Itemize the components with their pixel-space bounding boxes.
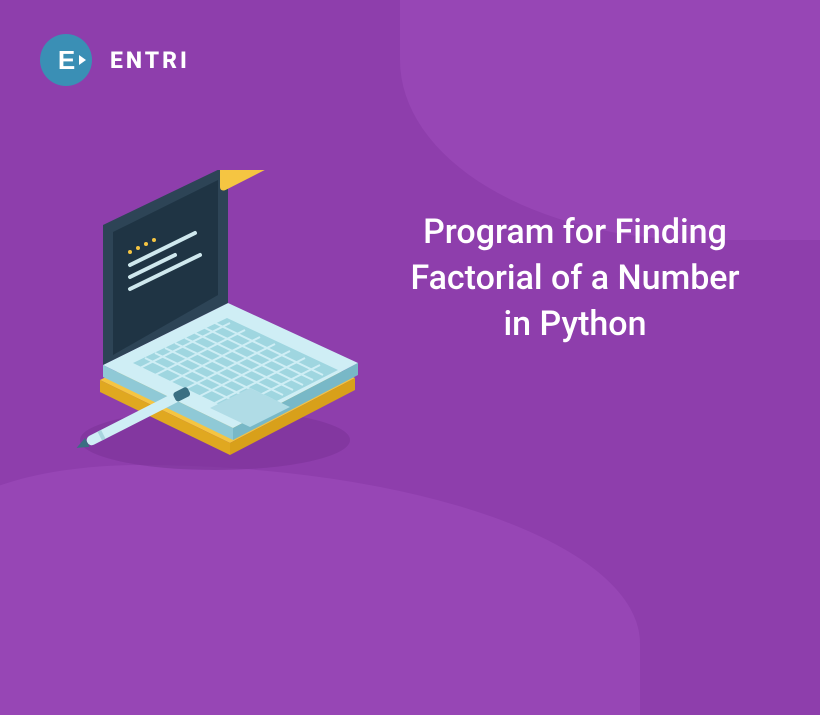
logo-glyph: E — [58, 45, 74, 76]
headline-line-2: Factorial of a Number — [380, 256, 770, 302]
logo-brand-text: ENTRI — [110, 47, 190, 74]
page-title: Program for Finding Factorial of a Numbe… — [380, 210, 770, 348]
background-wave-top — [400, 0, 820, 240]
laptop-illustration — [45, 170, 385, 480]
background-wave-bottom — [0, 465, 640, 715]
logo-circle: E — [40, 34, 92, 86]
headline-line-1: Program for Finding — [380, 210, 770, 256]
brand-logo: E ENTRI — [40, 34, 190, 86]
logo-play-icon — [79, 55, 86, 65]
headline-line-3: in Python — [380, 302, 770, 348]
